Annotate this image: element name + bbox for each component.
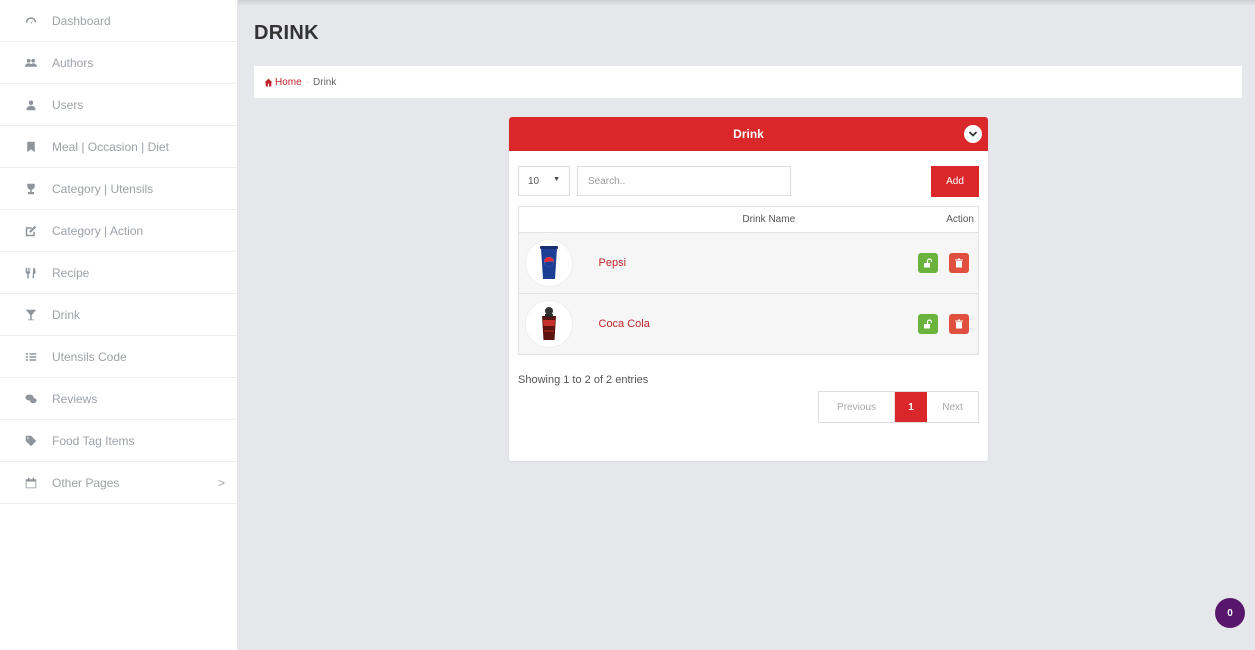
breadcrumb-home-link[interactable]: Home [264,77,302,88]
bookmark-icon [24,140,38,154]
sidebar-item-label: Food Tag Items [52,433,135,448]
comments-icon [24,392,38,406]
thumbnail-cell [518,232,577,294]
table-row: Coca Cola [518,293,979,355]
table-header-row: Drink Name Action [518,206,979,233]
glass-icon [24,308,38,322]
table-info: Showing 1 to 2 of 2 entries [518,374,649,386]
home-icon [264,78,273,86]
unlock-icon [924,258,933,268]
pepsi-cup-image [525,239,573,287]
dashboard-icon [24,14,38,28]
page-length-select[interactable]: 10 ▼ [518,166,570,196]
sidebar-item-label: Users [52,97,84,112]
drink-name[interactable]: Coca Cola [576,293,899,355]
coca-cola-glass-image [525,300,573,348]
sidebar-item-label: Meal | Occasion | Diet [52,139,169,154]
edit-icon [24,224,38,238]
sidebar-item-authors[interactable]: Authors [0,42,237,84]
add-button[interactable]: Add [931,166,979,197]
sidebar-item-recipe[interactable]: Recipe [0,252,237,294]
sidebar-item-label: Utensils Code [52,349,127,364]
pagination: Previous 1 Next [818,391,979,423]
sidebar-item-label: Dashboard [52,13,111,28]
column-header-action[interactable]: Action [898,206,979,233]
drink-table: Drink Name Action Pepsi Coca Cola [518,206,979,355]
sidebar-item-label: Drink [52,307,81,322]
action-cell [898,232,979,294]
sidebar-item-category-action[interactable]: Category | Action [0,210,237,252]
calendar-icon [24,476,38,490]
table-controls: 10 ▼ Add [518,166,979,198]
table-row: Pepsi [518,232,979,294]
breadcrumb-current: Drink [313,76,337,88]
edit-button[interactable] [918,253,939,273]
page-length-value: 10 [528,175,540,187]
panel-title: Drink [733,127,764,141]
users-group-icon [24,56,38,70]
sidebar-item-other-pages[interactable]: Other Pages > [0,462,237,504]
cutlery-icon [24,266,38,280]
unlock-icon [924,319,933,329]
breadcrumb: Home · Drink [254,66,1242,98]
list-icon [24,350,38,364]
notification-badge[interactable]: 0 [1215,598,1245,628]
search-input[interactable] [577,166,791,196]
sidebar-item-label: Other Pages [52,475,120,490]
sidebar-item-utensils-code[interactable]: Utensils Code [0,336,237,378]
sidebar-item-food-tag-items[interactable]: Food Tag Items [0,420,237,462]
sidebar-item-label: Category | Action [52,223,144,238]
tag-icon [24,434,38,448]
action-cell [898,293,979,355]
breadcrumb-home-label: Home [275,76,302,88]
user-icon [24,98,38,112]
thumbnail-cell [518,293,577,355]
trophy-icon [24,182,38,196]
drink-panel: Drink 10 ▼ Add Drink Name Action [509,117,988,461]
edit-button[interactable] [918,314,939,334]
drink-name[interactable]: Pepsi [576,232,899,294]
page-title: DRINK [254,22,319,44]
sidebar-item-label: Recipe [52,265,90,280]
column-header-drink-name[interactable]: Drink Name [518,206,899,233]
pagination-previous[interactable]: Previous [819,392,895,422]
sidebar-item-reviews[interactable]: Reviews [0,378,237,420]
trash-icon [955,258,963,268]
caret-down-icon: ▼ [553,176,560,183]
sidebar-item-users[interactable]: Users [0,84,237,126]
sidebar-item-drink[interactable]: Drink [0,294,237,336]
pagination-next[interactable]: Next [927,392,978,422]
sidebar-item-label: Reviews [52,391,98,406]
sidebar-item-category-utensils[interactable]: Category | Utensils [0,168,237,210]
sidebar-item-dashboard[interactable]: Dashboard [0,0,237,42]
chevron-right-icon: > [217,476,225,490]
sidebar: Dashboard Authors Users Meal | Occasion … [0,0,238,650]
delete-button[interactable] [949,253,969,273]
sidebar-item-label: Authors [52,55,94,70]
panel-header: Drink [509,117,988,151]
delete-button[interactable] [949,314,969,334]
collapse-button[interactable] [964,125,982,143]
trash-icon [955,319,963,329]
pagination-page-current[interactable]: 1 [895,392,927,422]
sidebar-item-meal-occasion-diet[interactable]: Meal | Occasion | Diet [0,126,237,168]
breadcrumb-separator: · [305,76,310,88]
sidebar-item-label: Category | Utensils [52,181,154,196]
chevron-down-icon [968,131,978,137]
